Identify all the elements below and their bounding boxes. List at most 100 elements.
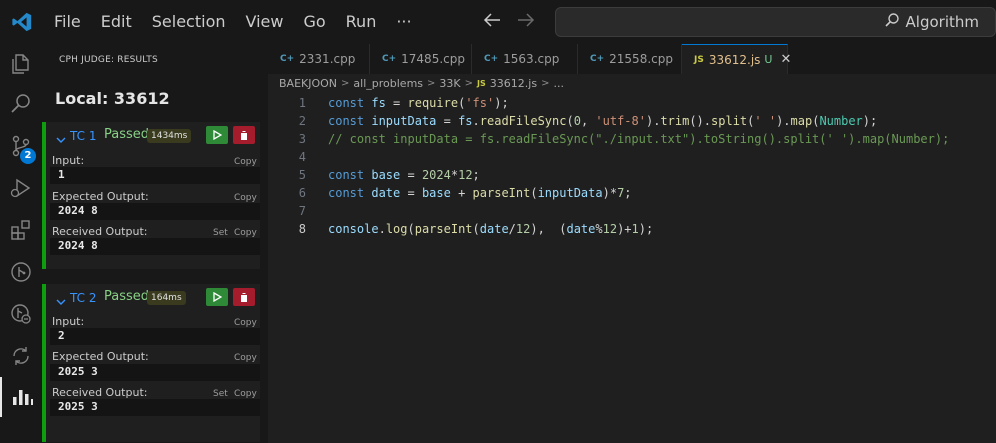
menu-selection[interactable]: Selection: [142, 0, 236, 44]
received-output-value: 2024 8: [58, 239, 98, 252]
tab-2331[interactable]: C+ 2331.cpp: [268, 44, 370, 74]
testcase-header[interactable]: TC 2 Passed 164ms: [46, 284, 260, 312]
copy-received-button[interactable]: Copy: [234, 389, 257, 399]
panel-header: CPH JUDGE: RESULTS: [59, 55, 158, 65]
expected-output-value: 2024 8: [58, 204, 98, 217]
nav-arrows: [482, 0, 536, 44]
breadcrumb: BAEKJOON > all_problems > 33K > JS 33612…: [279, 77, 564, 90]
search-icon: [884, 12, 900, 32]
received-output-box: 2024 8: [50, 238, 260, 255]
line-number: 5: [298, 168, 306, 182]
testcase-status: Passed: [104, 289, 150, 304]
arrow-back-icon[interactable]: [482, 12, 502, 32]
code-text: // const inputData = fs.readFileSync("./…: [328, 132, 950, 146]
chevron-right-icon: >: [464, 78, 474, 89]
code-line[interactable]: 2 const inputData = fs.readFileSync(0, 'u…: [268, 112, 996, 130]
expected-output-label: Expected Output:: [52, 190, 149, 203]
code-line[interactable]: 1 const fs = require('fs');: [268, 94, 996, 112]
line-number: 2: [298, 114, 306, 128]
code-line[interactable]: 8 console.log(parseInt(date/12), (date%12…: [268, 220, 996, 238]
menu-view[interactable]: View: [236, 0, 294, 44]
close-icon[interactable]: ✕: [780, 52, 791, 67]
menu-run[interactable]: Run: [336, 0, 387, 44]
menu-edit[interactable]: Edit: [91, 0, 142, 44]
breadcrumb-item[interactable]: ...: [553, 77, 564, 90]
menu-more[interactable]: ···: [386, 0, 421, 44]
chevron-right-icon: >: [341, 78, 350, 89]
tab-1563[interactable]: C+ 1563.cpp: [472, 44, 578, 74]
input-value: 1: [58, 168, 65, 181]
menu-file[interactable]: File: [44, 0, 91, 44]
cpp-file-icon: C+: [484, 54, 499, 64]
tab-21558[interactable]: C+ 21558.cpp: [578, 44, 682, 74]
run-debug-icon[interactable]: [0, 168, 42, 208]
search-text: Algorithm: [905, 13, 979, 31]
arrow-forward-icon[interactable]: [516, 12, 536, 32]
activity-bar: 2: [0, 44, 42, 443]
editor-area: C+ 2331.cpp C+ 17485.cpp C+ 1563.cpp C+ …: [268, 44, 996, 443]
chevron-down-icon[interactable]: [56, 292, 66, 311]
extensions-icon[interactable]: [0, 210, 42, 250]
set-button[interactable]: Set: [213, 228, 228, 238]
line-number: 3: [298, 132, 306, 146]
search-box[interactable]: Algorithm: [555, 7, 996, 37]
code-line[interactable]: 6 const date = base + parseInt(inputData)…: [268, 184, 996, 202]
testcase-card: TC 1 Passed 1434ms Input: Copy 1 Expecte…: [42, 122, 260, 269]
delete-testcase-button[interactable]: [233, 288, 255, 306]
expected-output-label: Expected Output:: [52, 350, 149, 363]
code-line[interactable]: 5 const base = 2024*12;: [268, 166, 996, 184]
cpp-file-icon: C+: [382, 54, 397, 64]
menu-go[interactable]: Go: [293, 0, 335, 44]
copy-received-button[interactable]: Copy: [234, 228, 257, 238]
expected-output-box[interactable]: 2024 8: [50, 203, 260, 220]
code-line[interactable]: 3 // const inputData = fs.readFileSync(".…: [268, 130, 996, 148]
line-number: 6: [298, 186, 306, 200]
modified-indicator: U: [764, 53, 773, 66]
search-sidebar-icon[interactable]: [0, 84, 42, 124]
menu-bar: File Edit Selection View Go Run ···: [44, 0, 422, 44]
tab-17485[interactable]: C+ 17485.cpp: [370, 44, 472, 74]
testcase-name: TC 1: [70, 129, 97, 143]
expected-output-value: 2025 3: [58, 365, 98, 378]
expected-output-box[interactable]: 2025 3: [50, 364, 260, 381]
breadcrumb-item[interactable]: BAEKJOON: [279, 77, 337, 90]
run-testcase-button[interactable]: [206, 288, 228, 306]
input-value: 2: [58, 329, 65, 342]
received-output-box: 2025 3: [50, 399, 260, 416]
copy-expected-button[interactable]: Copy: [234, 353, 257, 363]
line-number: 8: [298, 222, 306, 236]
chevron-down-icon[interactable]: [56, 130, 66, 149]
testcase-name: TC 2: [70, 291, 97, 305]
delete-testcase-button[interactable]: [233, 126, 255, 144]
breadcrumb-item[interactable]: 33612.js: [490, 77, 537, 90]
testing-icon[interactable]: [0, 294, 42, 334]
remote-sync-icon[interactable]: [0, 336, 42, 376]
source-control-icon[interactable]: 2: [0, 126, 42, 166]
input-label: Input:: [52, 315, 85, 328]
input-box[interactable]: 2: [50, 328, 260, 345]
breadcrumb-item[interactable]: all_problems: [353, 77, 423, 90]
testcase-card: TC 2 Passed 164ms Input: Copy 2 Expected…: [42, 284, 260, 442]
git-graph-icon[interactable]: [0, 252, 42, 292]
cph-judge-icon[interactable]: [0, 377, 42, 417]
tab-label: 33612.js: [708, 52, 761, 67]
code-line[interactable]: 7: [268, 202, 996, 220]
chevron-right-icon: >: [427, 78, 436, 89]
explorer-icon[interactable]: [0, 44, 42, 84]
tab-33612[interactable]: JS 33612.js U ✕: [682, 44, 791, 74]
breadcrumb-item[interactable]: 33K: [439, 77, 460, 90]
received-output-label: Received Output:: [52, 386, 148, 399]
line-number: 7: [298, 204, 306, 218]
title-bar: File Edit Selection View Go Run ··· Algo…: [0, 0, 996, 44]
run-testcase-button[interactable]: [206, 126, 228, 144]
copy-input-button[interactable]: Copy: [234, 318, 257, 328]
testcase-header[interactable]: TC 1 Passed 1434ms: [46, 122, 260, 150]
code-text: const base = 2024*12;: [328, 168, 480, 182]
copy-expected-button[interactable]: Copy: [234, 193, 257, 203]
input-box[interactable]: 1: [50, 167, 260, 184]
chevron-right-icon: >: [541, 78, 550, 89]
copy-input-button[interactable]: Copy: [234, 157, 257, 167]
code-line[interactable]: 4: [268, 148, 996, 166]
tab-label: 2331.cpp: [299, 52, 356, 66]
set-button[interactable]: Set: [213, 389, 228, 399]
